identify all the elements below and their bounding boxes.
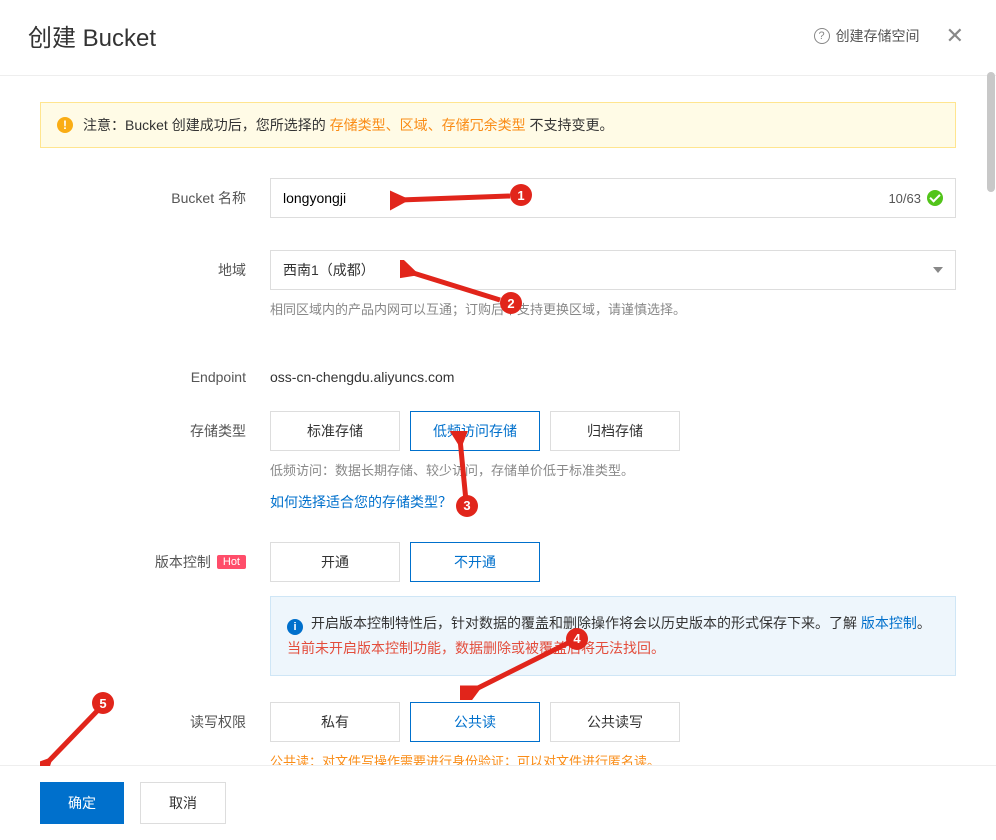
cancel-button[interactable]: 取消 [140,782,226,824]
region-selected-value: 西南1（成都） [283,260,375,280]
label-bucket-name: Bucket 名称 [40,178,270,218]
versioning-doc-link[interactable]: 版本控制 [861,615,917,631]
dialog-body: ! 注意：Bucket 创建成功后，您所选择的 存储类型、区域、存储冗余类型 不… [0,66,996,766]
row-region: 地域 西南1（成都） 相同区域内的产品内网可以互通；订购后不支持更换区域，请谨慎… [40,250,956,321]
close-icon[interactable]: ✕ [942,19,968,53]
acl-options: 私有 公共读 公共读写 [270,702,956,742]
hot-badge: Hot [217,555,246,569]
confirm-button[interactable]: 确定 [40,782,124,824]
notice-banner: ! 注意：Bucket 创建成功后，您所选择的 存储类型、区域、存储冗余类型 不… [40,102,956,148]
bucket-name-input[interactable] [283,190,888,206]
endpoint-value: oss-cn-chengdu.aliyuncs.com [270,359,956,385]
bucket-name-counter: 10/63 [888,191,921,206]
dialog-footer: 确定 取消 [0,765,996,840]
annotation-badge-5: 5 [92,692,114,714]
acl-hint: 公共读：对文件写操作需要进行身份验证；可以对文件进行匿名读。 [270,752,956,766]
label-storage-type: 存储类型 [40,411,270,512]
acl-option-public-rw[interactable]: 公共读写 [550,702,680,742]
versioning-option-disable[interactable]: 不开通 [410,542,540,582]
versioning-options: 开通 不开通 [270,542,956,582]
annotation-badge-4: 4 [566,628,588,650]
label-acl: 读写权限 [40,702,270,766]
storage-option-ia[interactable]: 低频访问存储 [410,411,540,451]
annotation-badge-1: 1 [510,184,532,206]
row-acl: 读写权限 私有 公共读 公共读写 公共读：对文件写操作需要进行身份验证；可以对文… [40,702,956,766]
help-link-label: 创建存储空间 [836,26,920,46]
versioning-option-enable[interactable]: 开通 [270,542,400,582]
label-versioning: 版本控制Hot [40,542,270,676]
acl-option-public-read[interactable]: 公共读 [410,702,540,742]
bucket-name-input-wrap: 10/63 [270,178,956,218]
row-endpoint: Endpoint oss-cn-chengdu.aliyuncs.com [40,359,956,385]
info-icon: i [287,619,303,635]
storage-option-standard[interactable]: 标准存储 [270,411,400,451]
storage-type-hint: 低频访问：数据长期存储、较少访问，存储单价低于标准类型。 [270,461,956,482]
label-endpoint: Endpoint [40,359,270,385]
acl-option-private[interactable]: 私有 [270,702,400,742]
dialog-header: 创建 Bucket ? 创建存储空间 ✕ [0,0,996,76]
row-versioning: 版本控制Hot 开通 不开通 i开启版本控制特性后，针对数据的覆盖和删除操作将会… [40,542,956,676]
help-link[interactable]: ? 创建存储空间 [814,26,920,46]
row-bucket-name: Bucket 名称 10/63 1 [40,178,956,218]
check-icon [927,190,943,206]
versioning-info: i开启版本控制特性后，针对数据的覆盖和删除操作将会以历史版本的形式保存下来。了解… [270,596,956,676]
annotation-badge-3: 3 [456,495,478,517]
versioning-warning: 当前未开启版本控制功能，数据删除或被覆盖后将无法找回。 [287,640,665,656]
dialog-title: 创建 Bucket [28,18,156,53]
notice-text: 注意：Bucket 创建成功后，您所选择的 存储类型、区域、存储冗余类型 不支持… [83,115,613,135]
row-storage-type: 存储类型 标准存储 低频访问存储 归档存储 低频访问：数据长期存储、较少访问，存… [40,411,956,512]
storage-option-archive[interactable]: 归档存储 [550,411,680,451]
storage-type-help-link[interactable]: 如何选择适合您的存储类型？ [270,494,452,510]
storage-type-options: 标准存储 低频访问存储 归档存储 [270,411,956,451]
region-select[interactable]: 西南1（成都） [270,250,956,290]
warning-icon: ! [57,117,73,133]
scrollbar-thumb[interactable] [987,72,995,192]
chevron-down-icon [933,267,943,273]
label-region: 地域 [40,250,270,321]
region-hint: 相同区域内的产品内网可以互通；订购后不支持更换区域，请谨慎选择。 [270,300,956,321]
annotation-badge-2: 2 [500,292,522,314]
question-icon: ? [814,28,830,44]
